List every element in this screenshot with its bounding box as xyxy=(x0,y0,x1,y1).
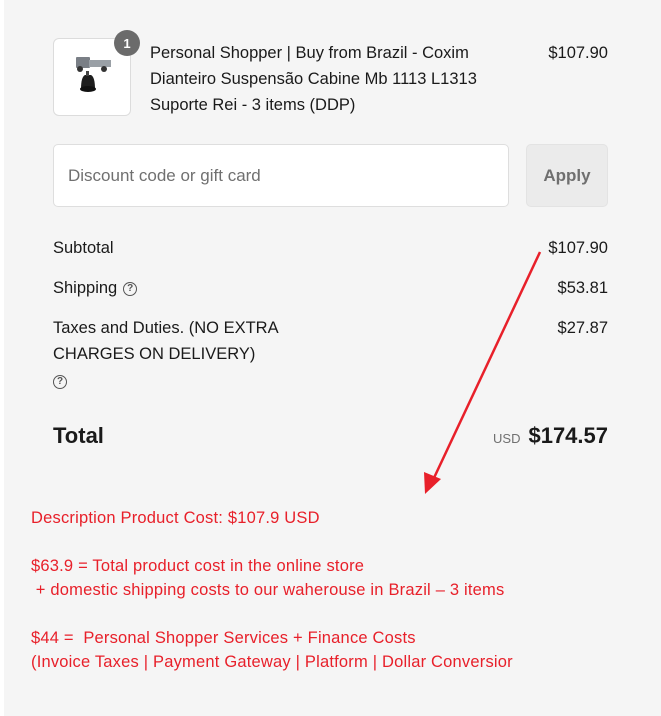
taxes-label: Taxes and Duties. (NO EXTRA CHARGES ON D… xyxy=(53,319,278,363)
product-price: $107.90 xyxy=(548,44,608,62)
product-title: Personal Shopper | Buy from Brazil - Cox… xyxy=(150,44,477,114)
taxes-help-icon[interactable]: ? xyxy=(53,375,67,389)
shipping-label: Shipping xyxy=(53,279,118,297)
product-image xyxy=(76,57,111,92)
apply-button[interactable]: Apply xyxy=(526,144,608,207)
taxes-value: $27.87 xyxy=(557,319,608,337)
line-item: 1 Personal Shopper | Buy from Brazil - C… xyxy=(53,30,608,118)
annotation-line-5: (Invoice Taxes | Payment Gateway | Platf… xyxy=(31,653,513,671)
annotation-line-2: $63.9 = Total product cost in the online… xyxy=(31,557,365,575)
page-edge xyxy=(0,0,4,716)
annotation-line-1: Description Product Cost: $107.9 USD xyxy=(31,509,320,527)
subtotal-value: $107.90 xyxy=(548,239,608,257)
shipping-row-label: Shipping? xyxy=(53,275,138,301)
annotation-line-4: $44 = Personal Shopper Services + Financ… xyxy=(31,629,416,647)
quantity-badge: 1 xyxy=(114,30,140,56)
discount-code-input[interactable] xyxy=(53,144,509,207)
total-amount: USD $174.57 xyxy=(493,423,608,449)
subtotal-label: Subtotal xyxy=(53,239,114,257)
shipping-help-icon[interactable]: ? xyxy=(123,282,138,296)
shipping-value: $53.81 xyxy=(557,279,608,297)
annotation-line-3: + domestic shipping costs to our waherou… xyxy=(31,581,505,599)
total-currency: USD xyxy=(493,431,521,446)
total-label: Total xyxy=(53,423,104,448)
total-value: $174.57 xyxy=(528,423,608,448)
